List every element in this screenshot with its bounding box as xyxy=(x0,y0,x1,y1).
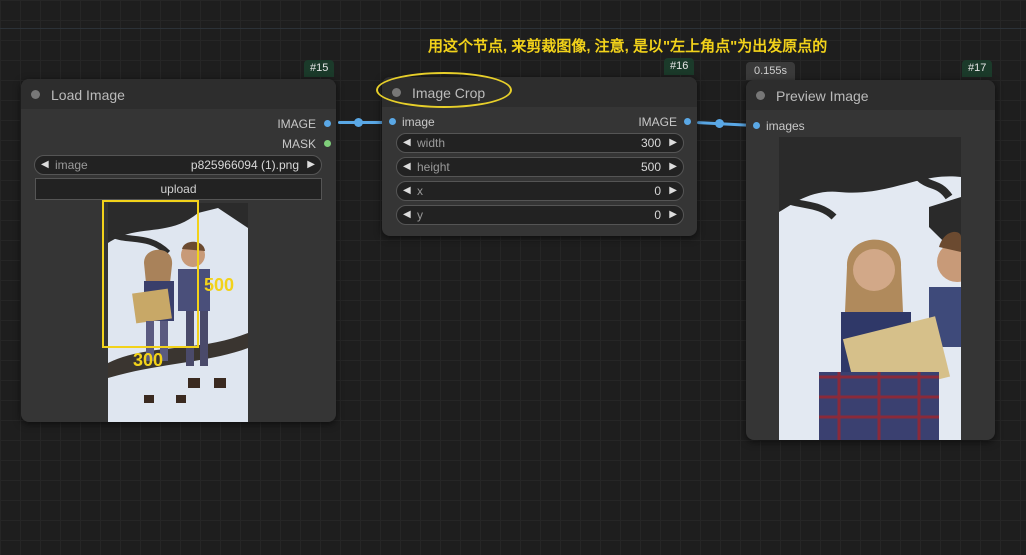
widget-label: width xyxy=(417,136,446,150)
increment-arrow-icon[interactable]: ▶ xyxy=(669,134,677,152)
height-stepper[interactable]: ◀ height 500 ▶ xyxy=(396,157,684,177)
node-id-badge: #15 xyxy=(304,60,335,77)
photo-image xyxy=(779,137,961,440)
widget-label: x xyxy=(417,184,423,198)
widget-value: 300 xyxy=(640,136,661,150)
image-select-widget[interactable]: ◀ image p825966094 (1).png ▶ xyxy=(34,155,322,175)
node-header[interactable]: Load Image xyxy=(21,79,336,109)
crop-height-label: 500 xyxy=(204,275,235,295)
output-mask-label: MASK xyxy=(281,137,316,151)
increment-arrow-icon[interactable]: ▶ xyxy=(669,158,677,176)
widget-value: 500 xyxy=(640,160,661,174)
output-image-port[interactable] xyxy=(684,118,691,125)
widget-value: p825966094 (1).png xyxy=(190,158,299,172)
node-header[interactable]: Preview Image xyxy=(746,80,995,110)
preview-image-node[interactable]: Preview Image images xyxy=(746,80,995,440)
execution-time-badge: 0.155s xyxy=(746,62,796,80)
widget-label: height xyxy=(417,160,450,174)
wire-crop-to-preview xyxy=(696,121,754,127)
collapse-dot-icon[interactable] xyxy=(31,90,40,99)
increment-arrow-icon[interactable]: ▶ xyxy=(669,206,677,224)
decrement-arrow-icon[interactable]: ◀ xyxy=(41,156,49,174)
wire-midpoint-knob[interactable] xyxy=(354,118,363,127)
load-image-node[interactable]: Load Image IMAGE MASK ◀ image p825966094… xyxy=(21,79,336,422)
width-stepper[interactable]: ◀ width 300 ▶ xyxy=(396,133,684,153)
highlight-ellipse xyxy=(376,72,512,108)
crop-width-label: 300 xyxy=(133,350,164,370)
decrement-arrow-icon[interactable]: ◀ xyxy=(403,158,411,176)
input-image-label: image xyxy=(402,115,435,129)
cropped-image-preview xyxy=(779,137,961,440)
decrement-arrow-icon[interactable]: ◀ xyxy=(403,182,411,200)
widget-value: 0 xyxy=(654,184,661,198)
crop-region-box xyxy=(102,200,199,348)
x-stepper[interactable]: ◀ x 0 ▶ xyxy=(396,181,684,201)
node-id-badge: #17 xyxy=(962,60,993,77)
node-title: Load Image xyxy=(51,87,125,103)
input-images-label: images xyxy=(766,119,805,133)
increment-arrow-icon[interactable]: ▶ xyxy=(307,156,315,174)
node-title: Preview Image xyxy=(776,88,869,104)
output-mask-port[interactable] xyxy=(324,140,331,147)
widget-label: image xyxy=(55,158,88,172)
node-id-badge: #16 xyxy=(664,58,695,75)
input-image-port[interactable] xyxy=(389,118,396,125)
collapse-dot-icon[interactable] xyxy=(756,91,765,100)
wire-midpoint-knob[interactable] xyxy=(715,119,724,128)
input-images-port[interactable] xyxy=(753,122,760,129)
canvas-top-divider xyxy=(0,28,1026,29)
output-image-label: IMAGE xyxy=(638,115,677,129)
widget-value: 0 xyxy=(654,208,661,222)
output-image-port[interactable] xyxy=(324,120,331,127)
output-image-label: IMAGE xyxy=(277,117,316,131)
upload-button[interactable]: upload xyxy=(35,178,322,200)
increment-arrow-icon[interactable]: ▶ xyxy=(669,182,677,200)
decrement-arrow-icon[interactable]: ◀ xyxy=(403,206,411,224)
decrement-arrow-icon[interactable]: ◀ xyxy=(403,134,411,152)
y-stepper[interactable]: ◀ y 0 ▶ xyxy=(396,205,684,225)
annotation-text: 用这个节点, 来剪裁图像, 注意, 是以"左上角点"为出发原点的 xyxy=(428,38,828,55)
widget-label: y xyxy=(417,208,423,222)
